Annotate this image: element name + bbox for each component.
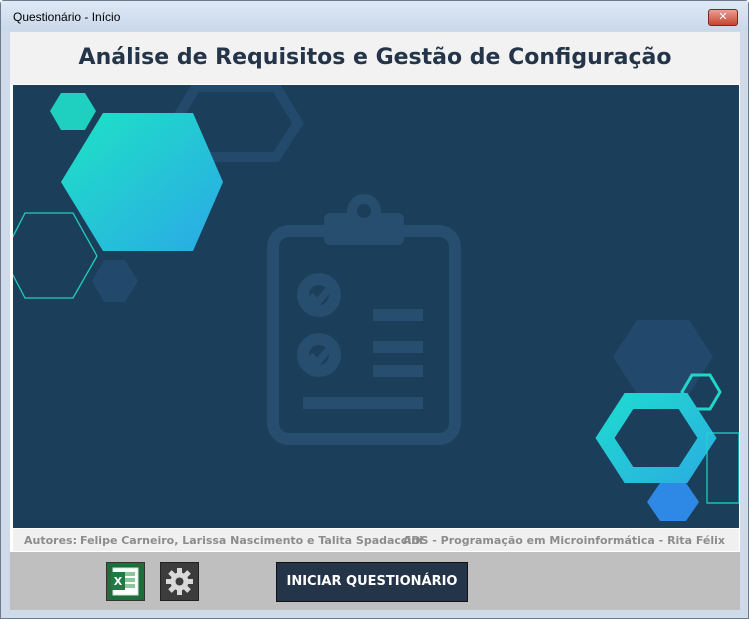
page-title: Análise de Requisitos e Gestão de Config… — [78, 45, 672, 70]
form-client-area: Análise de Requisitos e Gestão de Config… — [10, 32, 740, 610]
hexagon-small-blue — [647, 483, 699, 521]
window-title: Questionário - Início — [13, 10, 121, 24]
hero-image — [13, 85, 739, 528]
clipboard-watermark — [267, 225, 461, 445]
hexagon-ring-teal — [595, 393, 717, 483]
hexagon-dark-left — [92, 260, 138, 302]
footer-toolbar: X INICIAR QUESTIONÁRIO — [10, 552, 740, 610]
close-button[interactable]: ✕ — [708, 9, 738, 26]
excel-icon: X — [111, 567, 139, 596]
authors-names: Felipe Carneiro, Larissa Nascimento e Ta… — [80, 534, 423, 547]
hexagon-small-teal — [50, 93, 96, 130]
hexagon-outline-left — [13, 212, 98, 299]
hexagon-dark-right — [613, 320, 713, 394]
hexagon-large-teal — [61, 113, 223, 251]
excel-export-button[interactable]: X — [106, 562, 145, 601]
app-window: Questionário - Início ✕ Análise de Requi… — [0, 0, 749, 619]
gear-icon — [166, 568, 193, 595]
course-info: ADS - Programação em Microinformática - … — [402, 534, 725, 547]
start-quiz-button[interactable]: INICIAR QUESTIONÁRIO — [276, 562, 468, 602]
authors-label: Autores: — [24, 534, 77, 547]
svg-text:X: X — [114, 575, 123, 588]
authors-bar: Autores: Felipe Carneiro, Larissa Nascim… — [13, 529, 739, 551]
settings-button[interactable] — [160, 562, 199, 601]
header-band: Análise de Requisitos e Gestão de Config… — [10, 32, 740, 84]
title-bar[interactable]: Questionário - Início ✕ — [1, 1, 748, 31]
hero-illustration — [13, 85, 739, 521]
